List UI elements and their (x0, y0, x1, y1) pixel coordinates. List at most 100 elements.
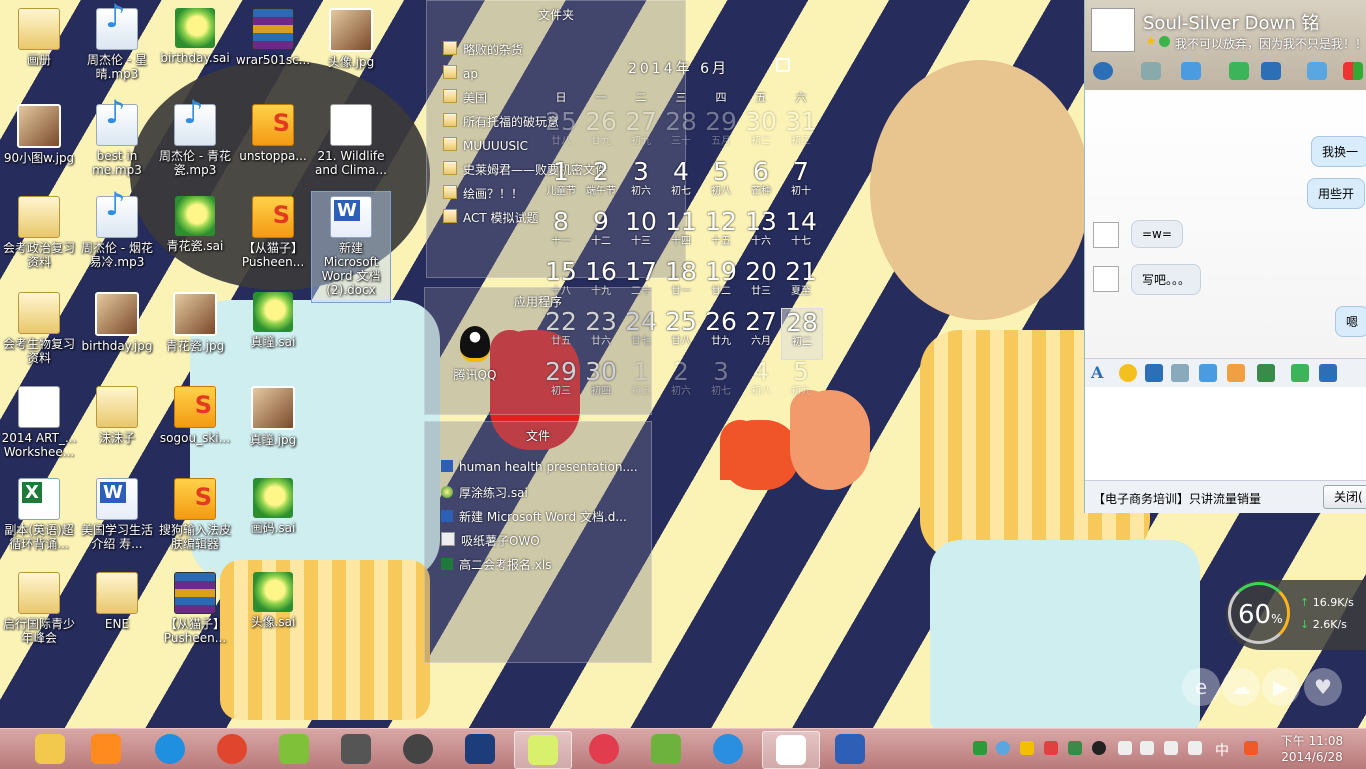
calendar-lock-icon[interactable] (776, 58, 790, 72)
calendar-day[interactable]: 3 初六 (621, 158, 661, 208)
desktop-icon[interactable]: 90小图w.jpg (0, 100, 78, 165)
desktop-icon[interactable]: 画册 (0, 4, 78, 67)
panel-item[interactable]: 厚涂练习.sai (441, 484, 528, 501)
taskbar-qq-chat[interactable] (762, 731, 820, 769)
voice-call-icon[interactable] (1141, 62, 1161, 80)
desktop-icon[interactable]: sogou_ski... (156, 382, 234, 445)
calendar-day[interactable]: 21 夏至 (781, 258, 821, 308)
calendar-day[interactable]: 28 三十 (661, 108, 701, 158)
desktop-icon[interactable]: 青花瓷.sai (156, 192, 234, 253)
panel-item[interactable]: ACT 模拟试题 (443, 209, 539, 226)
close-button[interactable]: 关闭( (1323, 485, 1366, 509)
taskbar-media-player[interactable] (78, 731, 134, 767)
security-icon[interactable] (1020, 741, 1034, 755)
screenshot-icon[interactable] (1319, 364, 1337, 382)
font-icon[interactable]: A (1091, 364, 1109, 382)
desktop-icon[interactable]: 【从猫子】Pusheen... (234, 192, 312, 269)
calendar-day[interactable]: 19 廿二 (701, 258, 741, 308)
contact-avatar[interactable] (1091, 8, 1135, 52)
desktop-icon[interactable]: 周杰伦 - 星晴.mp3 (78, 4, 156, 81)
desktop-icon[interactable]: 21. Wildlife and Clima... (312, 100, 390, 177)
desktop-icon[interactable]: 周杰伦 - 青花瓷.mp3 (156, 100, 234, 177)
heart-icon[interactable]: ♥ (1304, 668, 1342, 706)
calendar-day[interactable]: 9 十二 (581, 208, 621, 258)
desktop-icon[interactable]: 会考生物复习资料 (0, 288, 78, 365)
desktop-icon[interactable]: 美国学习生活介绍 寿... (78, 474, 156, 551)
next-icon[interactable]: ▶ (1262, 668, 1300, 706)
music-icon[interactable] (1291, 364, 1309, 382)
voice-message-icon[interactable] (1199, 364, 1217, 382)
app-tray-icon[interactable] (1044, 741, 1058, 755)
sogou-ime-icon[interactable] (1244, 741, 1258, 755)
qq-message-input[interactable] (1085, 387, 1366, 480)
devices-icon[interactable] (1140, 741, 1154, 755)
desktop-icon[interactable]: best in me.mp3 (78, 100, 156, 177)
calendar-day[interactable]: 1 儿童节 (541, 158, 581, 208)
shield-icon[interactable] (973, 741, 987, 755)
desktop-icon[interactable]: wrar501sc... (234, 4, 312, 67)
qq-message-area[interactable]: 我换一 用些开 =w= 写吧。。。 嗯 (1085, 90, 1366, 358)
apps-grid-icon[interactable] (1343, 62, 1363, 80)
cloud-sync-icon[interactable] (996, 741, 1010, 755)
taskbar-sogou-browser[interactable] (142, 731, 198, 767)
calendar-day[interactable]: 27 六月 (741, 308, 781, 358)
calendar-day[interactable]: 27 初九 (621, 108, 661, 158)
calendar-day[interactable]: 25 廿八 (661, 308, 701, 358)
calendar-today[interactable]: 28 初二 (781, 308, 823, 360)
panel-item[interactable]: 绘画？！！ (443, 185, 523, 202)
calendar-day[interactable]: 30 初二 (741, 108, 781, 158)
desktop-icon[interactable]: 真瞳.jpg (234, 382, 312, 447)
desktop-icon[interactable]: 周杰伦 - 烟花易冷.mp3 (78, 192, 156, 269)
taskbar-sticky-notes[interactable] (514, 731, 572, 769)
desktop-icon[interactable]: birthday.sai (156, 4, 234, 65)
ie-icon[interactable]: e (1182, 668, 1220, 706)
app-qq[interactable]: 腾讯QQ (445, 326, 505, 383)
calendar-day[interactable]: 20 廿三 (741, 258, 781, 308)
taskbar-meitu[interactable] (576, 731, 632, 767)
edit-icon[interactable] (1227, 364, 1245, 382)
panel-item[interactable]: 新建 Microsoft Word 文档.d... (441, 508, 627, 525)
desktop-icon[interactable]: 沫沫子 (78, 382, 156, 445)
desktop-icon[interactable]: ENE (78, 568, 156, 631)
calendar-day[interactable]: 26 廿九 (701, 308, 741, 358)
taskbar-word[interactable] (822, 731, 878, 767)
system-clock[interactable]: 下午 11:08 2014/6/28 (1270, 733, 1354, 765)
panel-item[interactable]: ap (443, 65, 478, 81)
calendar-day[interactable]: 3 初七 (701, 358, 741, 408)
network-meter[interactable]: 60% ↑ 16.9K/s ↓ 2.6K/s (1226, 580, 1366, 650)
magic-icon[interactable] (1171, 364, 1189, 382)
desktop-icon[interactable]: 青花瓷.jpg (156, 288, 234, 353)
calendar-day[interactable]: 2 端午节 (581, 158, 621, 208)
calendar-day[interactable]: 6 芒种 (741, 158, 781, 208)
calendar-day[interactable]: 29 五月 (701, 108, 741, 158)
taskbar-photoshop[interactable] (452, 731, 508, 767)
calendar-day[interactable]: 4 初八 (741, 358, 781, 408)
calendar-day[interactable]: 7 初十 (781, 158, 821, 208)
calendar-day[interactable]: 14 十七 (781, 208, 821, 258)
calendar-day[interactable]: 2 初六 (661, 358, 701, 408)
panel-item[interactable]: 吸纸薯子OWO (441, 532, 540, 549)
cloud-icon[interactable]: ☁ (1222, 668, 1260, 706)
calendar-day[interactable]: 8 十一 (541, 208, 581, 258)
desktop-icon[interactable]: 新建 Microsoft Word 文档 (2).docx (311, 191, 391, 303)
remote-desktop-icon[interactable] (1261, 62, 1281, 80)
taskbar-microphone[interactable] (328, 731, 384, 767)
network-icon[interactable] (1164, 741, 1178, 755)
desktop-icon[interactable]: 【从猫子】Pusheen... (156, 568, 234, 645)
calendar-day[interactable]: 26 廿九 (581, 108, 621, 158)
desktop-icon[interactable]: 真瞳.sai (234, 288, 312, 349)
taskbar-video[interactable] (390, 731, 446, 767)
file-transfer-icon[interactable] (1181, 62, 1201, 80)
calendar-day[interactable]: 25 廿八 (541, 108, 581, 158)
qq-tray-icon[interactable] (1092, 741, 1106, 755)
panel-item[interactable]: MUUUUSIC (443, 137, 528, 153)
image-icon[interactable] (1257, 364, 1275, 382)
emoji-icon[interactable] (1119, 364, 1137, 382)
desktop-icon[interactable]: 副本(英语)超循环背诵... (0, 474, 78, 551)
desktop-icon[interactable]: 头像.sai (234, 568, 312, 629)
desktop-icon[interactable]: 启行国际青少年峰会 (0, 568, 78, 645)
ad-link[interactable]: 【电子商务培训】只讲流量销量 (1093, 490, 1261, 507)
calendar-day[interactable]: 4 初七 (661, 158, 701, 208)
add-contact-icon[interactable] (1229, 62, 1249, 80)
taskbar-qq-browser[interactable] (700, 731, 756, 767)
